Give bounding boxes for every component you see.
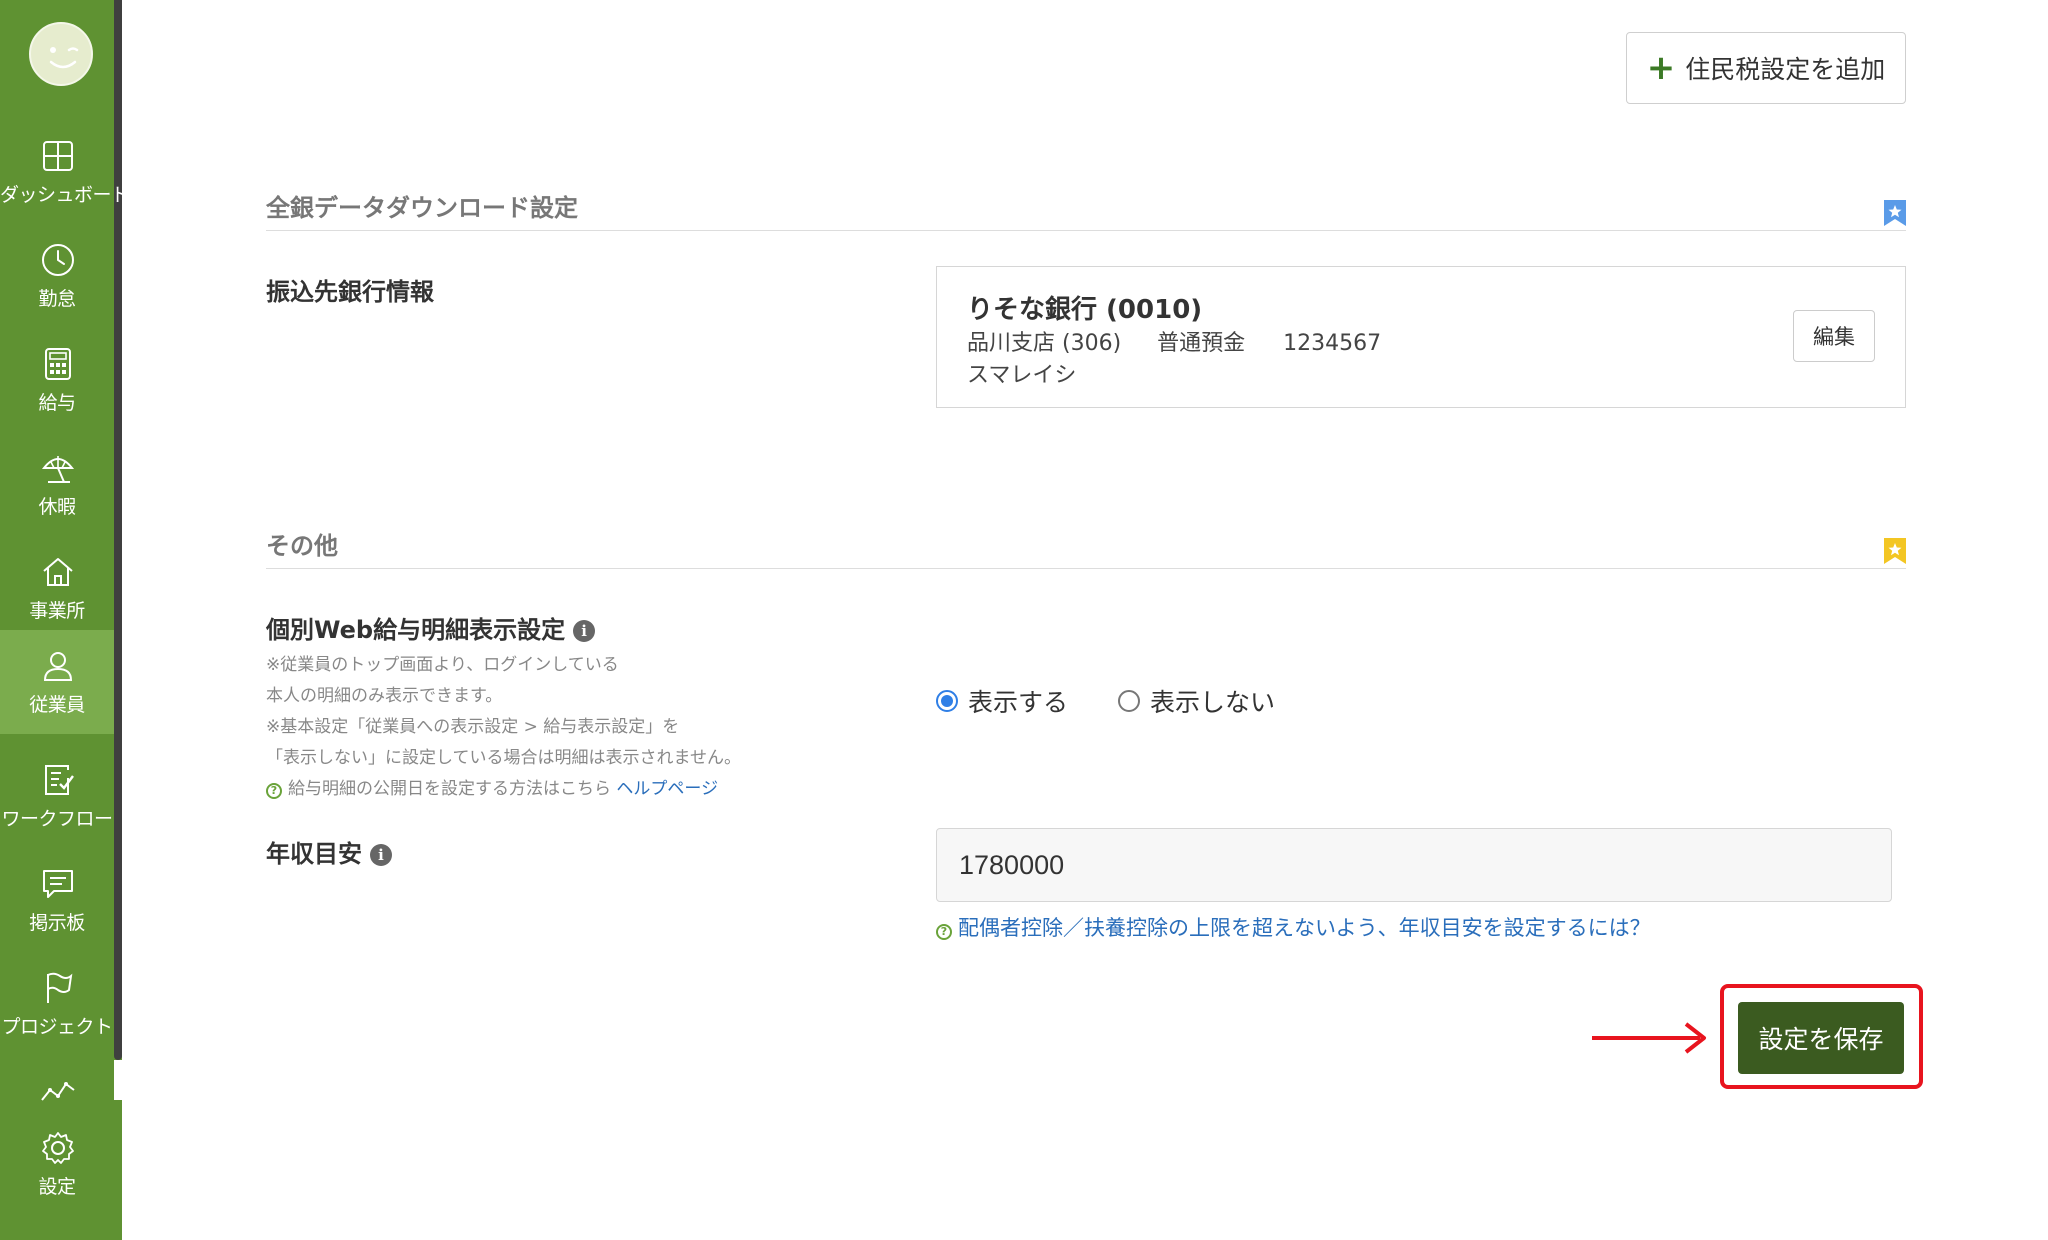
sidebar-item-label: ダッシュボード	[0, 184, 130, 206]
flag-icon	[47, 972, 73, 1003]
help-circle-icon: ?	[266, 783, 282, 799]
sidebar-item-bulletin[interactable]: 掲示板	[0, 848, 114, 952]
web-payslip-label: 個別Web給与明細表示設定 i	[266, 610, 596, 645]
bank-account-type: 普通預金	[1157, 331, 1246, 356]
info-icon[interactable]: i	[573, 620, 596, 642]
save-settings-button[interactable]: 設定を保存	[1738, 1002, 1904, 1074]
bookmark-star-icon[interactable]	[1884, 200, 1906, 226]
sidebar-item-settings[interactable]: 設定	[0, 1110, 114, 1214]
bank-info-label: 振込先銀行情報	[266, 278, 434, 306]
home-icon	[43, 558, 73, 586]
bank-info-card: りそな銀行 (0010) 品川支店 (306) 普通預金 1234567 スマレイシ…	[936, 266, 1906, 408]
sidebar-item-leave[interactable]: 休暇	[0, 432, 114, 536]
note-line: ※従業員のトップ画面より、ログインしている	[266, 655, 619, 675]
help-circle-icon: ?	[936, 924, 952, 940]
sidebar-bottom: 設定	[0, 1110, 122, 1240]
section-divider	[266, 230, 1906, 231]
sidebar-item-label: 休暇	[38, 496, 76, 518]
sidebar-item-office[interactable]: 事業所	[0, 536, 114, 640]
sidebar-item-label: 設定	[38, 1176, 76, 1198]
beach-umbrella-icon	[41, 456, 75, 483]
bank-branch: 品川支店 (306)	[967, 331, 1122, 356]
radio-show-label: 表示する	[968, 688, 1069, 717]
sidebar-item-employees[interactable]: 従業員	[0, 630, 114, 734]
sidebar-item-label: 従業員	[29, 694, 85, 716]
payslip-help-text: 給与明細の公開日を設定する方法はこちら	[288, 779, 611, 799]
add-resident-tax-label: 住民税設定を追加	[1685, 55, 1886, 84]
bookmark-star-icon[interactable]	[1884, 538, 1906, 564]
sidebar-item-project[interactable]: プロジェクト	[0, 952, 114, 1056]
payslip-display-radio-group: 表示する 表示しない	[936, 683, 1275, 719]
sidebar-gap	[114, 1060, 122, 1100]
radio-button-unselected[interactable]	[1118, 690, 1141, 712]
smiley-icon	[49, 47, 79, 69]
annual-income-help-link[interactable]: ? 配偶者控除／扶養控除の上限を超えないよう、年収目安を設定するには？	[936, 912, 1651, 942]
section-title-other: その他	[266, 532, 338, 560]
bank-name: りそな銀行 (0010)	[967, 295, 1203, 325]
annual-income-label-text: 年収目安	[266, 840, 362, 868]
main-content: + 住民税設定を追加 全銀データダウンロード設定 振込先銀行情報 りそな銀行 (…	[122, 0, 2048, 1240]
radio-hide[interactable]: 表示しない	[1118, 683, 1275, 719]
person-icon	[43, 652, 73, 681]
sidebar-item-dashboard[interactable]: ダッシュボード	[0, 120, 130, 224]
sidebar-item-analytics[interactable]	[0, 1056, 114, 1110]
bank-account-holder: スマレイシ	[967, 363, 1077, 388]
dashboard-icon	[43, 141, 73, 171]
checklist-icon	[45, 765, 74, 795]
note-line: 「表示しない」に設定している場合は明細は表示されません。	[266, 748, 741, 768]
edit-bank-button[interactable]: 編集	[1793, 310, 1875, 362]
sidebar-item-label: 給与	[38, 392, 76, 414]
sidebar-scrollbar[interactable]	[114, 0, 122, 1060]
help-page-link[interactable]: ヘルプページ	[616, 779, 718, 799]
section-divider	[266, 568, 1906, 569]
bank-account-detail: 品川支店 (306) 普通預金 1234567	[967, 325, 1381, 357]
annual-income-label: 年収目安 i	[266, 834, 392, 869]
radio-hide-label: 表示しない	[1150, 688, 1276, 717]
section-title-bank: 全銀データダウンロード設定	[266, 194, 578, 222]
sidebar-item-label: 掲示板	[29, 912, 85, 934]
avatar[interactable]	[29, 22, 93, 86]
web-payslip-label-text: 個別Web給与明細表示設定	[266, 616, 566, 644]
calculator-icon	[45, 348, 71, 380]
sidebar-item-label: 勤怠	[38, 288, 76, 310]
payslip-help-note: ? 給与明細の公開日を設定する方法はこちら ヘルプページ	[266, 774, 718, 799]
info-icon[interactable]: i	[370, 844, 392, 866]
chat-icon	[43, 870, 73, 898]
radio-button-selected[interactable]	[936, 690, 958, 712]
red-arrow-annotation	[1592, 1022, 1706, 1054]
sidebar-item-payroll[interactable]: 給与	[0, 328, 114, 432]
line-chart-icon	[41, 1082, 75, 1101]
note-line: 本人の明細のみ表示できます。	[266, 686, 503, 706]
sidebar-item-label: 事業所	[29, 600, 85, 622]
sidebar-item-workflow[interactable]: ワークフロー	[0, 744, 114, 848]
annual-income-input[interactable]: 1780000	[936, 828, 1892, 902]
radio-show[interactable]: 表示する	[936, 683, 1068, 719]
sidebar: ダッシュボード 勤怠 給与 休暇 事業所 従業員 ワークフロー 掲示板 プロジェ…	[0, 0, 130, 1240]
annual-income-help-text[interactable]: 配偶者控除／扶養控除の上限を超えないよう、年収目安を設定するには？	[958, 916, 1651, 940]
clock-icon	[42, 244, 74, 276]
sidebar-item-label: ワークフロー	[1, 808, 113, 830]
note-line: ※基本設定「従業員への表示設定 > 給与表示設定」を	[266, 717, 680, 737]
add-resident-tax-button[interactable]: + 住民税設定を追加	[1626, 32, 1906, 104]
sidebar-item-attendance[interactable]: 勤怠	[0, 224, 114, 328]
bank-account-number: 1234567	[1283, 331, 1382, 356]
sidebar-item-label: プロジェクト	[1, 1016, 113, 1038]
plus-icon: +	[1646, 48, 1676, 88]
gear-icon	[42, 1132, 74, 1164]
